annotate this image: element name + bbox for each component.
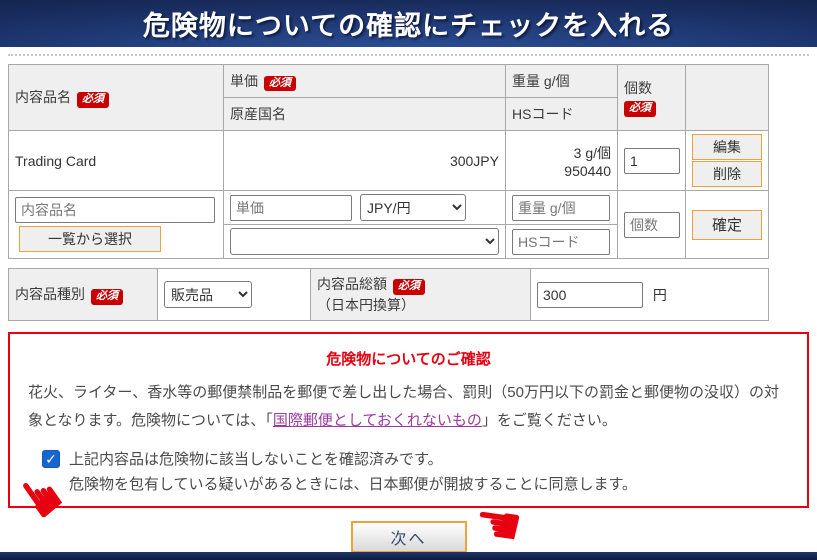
content-type-select[interactable]: 販売品 <box>164 281 252 308</box>
entry-origin-cell <box>224 225 506 259</box>
total-value-cell: 円 <box>531 269 769 321</box>
quantity-label: 個数 <box>624 78 679 98</box>
col-header-unit-price: 単価必須 <box>224 65 506 98</box>
total-value-input[interactable] <box>537 282 643 308</box>
dangerous-goods-box: 危険物についてのご確認 花火、ライター、香水等の郵便禁制品を郵便で差し出した場合… <box>8 332 809 508</box>
items-table: 内容品名必須 単価必須 重量 g/個 個数 必須 原産国名 HSコード Trad… <box>8 64 769 259</box>
dangerous-goods-text: 花火、ライター、香水等の郵便禁制品を郵便で差し出した場合、罰則（50万円以下の罰… <box>28 379 789 435</box>
dangerous-goods-checkbox[interactable]: ✓ <box>42 450 60 468</box>
entry-quantity-input[interactable] <box>624 212 680 238</box>
page-title: 危険物についての確認にチェックを入れる <box>143 4 674 43</box>
total-value-note: （日本円換算） <box>317 295 524 315</box>
delete-button[interactable]: 削除 <box>692 161 762 187</box>
item-hs-code-value: 950440 <box>512 163 611 179</box>
entry-weight-input[interactable] <box>512 195 610 221</box>
item-quantity-cell <box>618 131 686 191</box>
col-header-origin-country: 原産国名 <box>224 98 506 131</box>
confirmation-text: 上記内容品は危険物に該当しないことを確認済みです。 危険物を包有している疑いがあ… <box>69 447 637 497</box>
item-row: Trading Card 300JPY 3 g/個 950440 編集 削除 <box>9 131 769 191</box>
entry-price-cell: JPY/円 <box>224 191 506 225</box>
total-value-label: 内容品総額 <box>317 276 387 292</box>
confirmation-row: ✓ 上記内容品は危険物に該当しないことを確認済みです。 危険物を包有している疑い… <box>42 447 789 497</box>
page-header-banner: 危険物についての確認にチェックを入れる <box>0 0 817 47</box>
prohibited-items-link[interactable]: 国際郵便としておくれないもの <box>273 412 482 429</box>
currency-suffix-label: 円 <box>653 287 667 303</box>
weight-label: 重量 g/個 <box>512 73 570 89</box>
item-unit-price-cell: 300JPY <box>224 131 506 191</box>
dotted-separator <box>8 54 809 56</box>
total-value-header: 内容品総額必須 （日本円換算） <box>311 269 531 321</box>
required-badge: 必須 <box>264 76 296 91</box>
item-weight-hs-cell: 3 g/個 950440 <box>506 131 618 191</box>
col-header-quantity: 個数 必須 <box>618 65 686 131</box>
entry-quantity-cell <box>618 191 686 259</box>
content-type-header: 内容品種別必須 <box>9 269 158 321</box>
entry-confirm-cell: 確定 <box>686 191 769 259</box>
bottom-bar <box>0 552 817 560</box>
content-type-cell: 販売品 <box>158 269 311 321</box>
select-from-list-button[interactable]: 一覧から選択 <box>19 226 161 252</box>
required-badge: 必須 <box>91 289 123 304</box>
required-badge: 必須 <box>393 279 425 294</box>
col-header-hs-code: HSコード <box>506 98 618 131</box>
required-badge: 必須 <box>624 101 656 116</box>
dangerous-goods-title: 危険物についてのご確認 <box>28 348 789 369</box>
col-header-item-name: 内容品名必須 <box>9 65 224 131</box>
checkmark-icon: ✓ <box>45 452 57 466</box>
entry-item-name-input[interactable] <box>15 197 215 223</box>
entry-name-cell: 一覧から選択 <box>9 191 224 259</box>
item-name-label: 内容品名 <box>15 89 71 105</box>
content-type-label: 内容品種別 <box>15 286 85 302</box>
item-quantity-input[interactable] <box>624 148 680 174</box>
origin-country-select[interactable] <box>230 228 499 255</box>
confirmation-line1: 上記内容品は危険物に該当しないことを確認済みです。 <box>69 447 637 472</box>
entry-hs-code-input[interactable] <box>512 229 610 255</box>
item-weight-value: 3 g/個 <box>512 143 611 163</box>
entry-unit-price-input[interactable] <box>230 195 352 221</box>
origin-country-label: 原産国名 <box>230 106 286 122</box>
unit-price-label: 単価 <box>230 73 258 89</box>
col-header-actions <box>686 65 769 131</box>
currency-select[interactable]: JPY/円 <box>360 194 466 221</box>
dangerous-goods-text-after-link: 」をご覧ください。 <box>482 412 617 429</box>
next-button-row: 次へ <box>0 521 817 553</box>
item-name-cell: Trading Card <box>9 131 224 191</box>
summary-table: 内容品種別必須 販売品 内容品総額必須 （日本円換算） 円 <box>8 268 769 321</box>
required-badge: 必須 <box>77 92 109 107</box>
item-actions-cell: 編集 削除 <box>686 131 769 191</box>
edit-button[interactable]: 編集 <box>692 134 762 160</box>
entry-row: 一覧から選択 JPY/円 確定 <box>9 191 769 225</box>
confirmation-line2: 危険物を包有している疑いがあるときには、日本郵便が開披することに同意します。 <box>69 472 637 497</box>
hs-code-label: HSコード <box>512 106 573 122</box>
entry-weight-cell <box>506 191 618 225</box>
col-header-weight: 重量 g/個 <box>506 65 618 98</box>
confirm-button[interactable]: 確定 <box>692 210 762 240</box>
next-button[interactable]: 次へ <box>351 521 467 553</box>
entry-hs-code-cell <box>506 225 618 259</box>
